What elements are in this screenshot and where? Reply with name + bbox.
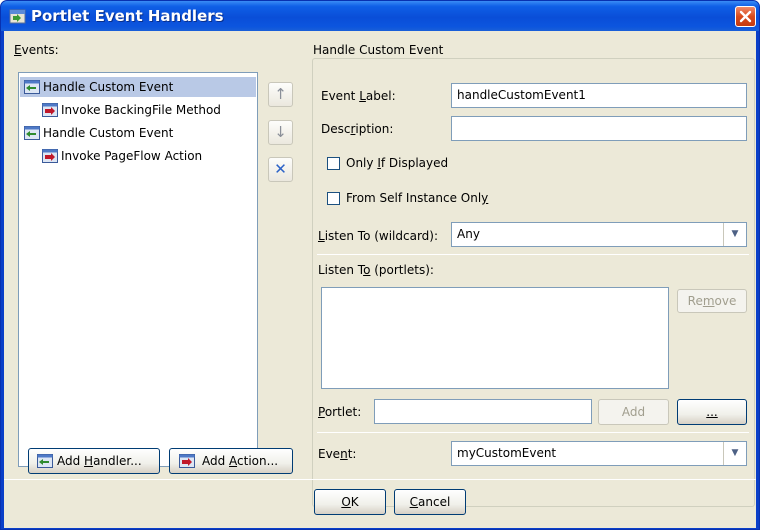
remove-portlet-button[interactable]: Remove bbox=[677, 289, 747, 313]
remove-item-button[interactable]: ✕ bbox=[268, 157, 293, 182]
close-icon bbox=[739, 10, 752, 23]
dialog-body: Events: Handle Custom Event Invoke Backi… bbox=[4, 31, 756, 528]
tree-item-label: Invoke BackingFile Method bbox=[61, 103, 221, 117]
action-icon bbox=[42, 149, 58, 163]
events-tree[interactable]: Handle Custom Event Invoke BackingFile M… bbox=[18, 72, 258, 467]
from-self-instance-label: From Self Instance Only bbox=[346, 191, 489, 205]
event-handler-icon bbox=[37, 454, 53, 468]
separator bbox=[317, 432, 749, 433]
title-bar[interactable]: Portlet Event Handlers bbox=[1, 1, 759, 31]
tree-item-handle-custom-event-1[interactable]: Handle Custom Event bbox=[20, 77, 256, 97]
only-if-displayed-label: Only If Displayed bbox=[346, 156, 449, 170]
event-label: Event: bbox=[318, 447, 357, 461]
portlet-icon bbox=[9, 9, 26, 24]
tree-item-invoke-pageflow[interactable]: Invoke PageFlow Action bbox=[20, 146, 256, 166]
ok-button[interactable]: OK bbox=[314, 489, 386, 515]
tree-item-label: Invoke PageFlow Action bbox=[61, 149, 203, 163]
description-label: Description: bbox=[321, 122, 394, 136]
arrow-up-icon: ↑ bbox=[274, 85, 287, 103]
chevron-down-icon: ▼ bbox=[723, 442, 746, 465]
selected-value: Any bbox=[457, 227, 480, 241]
event-label-input[interactable]: handleCustomEvent1 bbox=[451, 83, 747, 108]
delete-icon: ✕ bbox=[274, 160, 287, 178]
group-title: Handle Custom Event bbox=[313, 43, 446, 57]
move-up-button[interactable]: ↑ bbox=[268, 82, 293, 107]
tree-item-label: Handle Custom Event bbox=[43, 80, 174, 94]
close-button[interactable] bbox=[735, 6, 756, 27]
action-icon bbox=[179, 454, 195, 468]
listen-to-portlets-label: Listen To (portlets): bbox=[318, 263, 434, 277]
arrow-down-icon: ↓ bbox=[274, 123, 287, 141]
tree-item-invoke-backingfile[interactable]: Invoke BackingFile Method bbox=[20, 100, 256, 120]
add-action-button[interactable]: Add Action... bbox=[169, 448, 293, 474]
window-title: Portlet Event Handlers bbox=[31, 7, 224, 25]
from-self-instance-checkbox[interactable] bbox=[327, 192, 340, 205]
footer-separator bbox=[4, 479, 756, 480]
cancel-button[interactable]: Cancel bbox=[394, 489, 466, 515]
event-label-label: Event Label: bbox=[321, 89, 396, 103]
separator bbox=[317, 254, 749, 255]
chevron-down-icon: ▼ bbox=[723, 223, 746, 246]
description-input[interactable] bbox=[451, 116, 747, 141]
tree-item-handle-custom-event-2[interactable]: Handle Custom Event bbox=[20, 123, 256, 143]
event-select[interactable]: myCustomEvent ▼ bbox=[451, 441, 747, 466]
selected-value: myCustomEvent bbox=[457, 446, 557, 460]
add-portlet-button[interactable]: Add bbox=[598, 399, 669, 425]
listen-to-wildcard-label: Listen To (wildcard): bbox=[318, 229, 439, 243]
event-handler-icon bbox=[24, 126, 40, 140]
add-handler-button[interactable]: Add Handler... bbox=[28, 448, 160, 474]
event-handler-icon bbox=[24, 80, 40, 94]
move-down-button[interactable]: ↓ bbox=[268, 120, 293, 145]
portlet-label: Portlet: bbox=[318, 405, 362, 419]
events-label: Events: bbox=[14, 43, 59, 57]
only-if-displayed-checkbox[interactable] bbox=[327, 157, 340, 170]
dialog-window: Portlet Event Handlers Events: Handle Cu… bbox=[0, 0, 760, 530]
browse-button[interactable]: ... bbox=[677, 399, 747, 425]
portlets-list[interactable] bbox=[321, 287, 669, 389]
listen-to-wildcard-select[interactable]: Any ▼ bbox=[451, 222, 747, 247]
action-icon bbox=[42, 103, 58, 117]
tree-item-label: Handle Custom Event bbox=[43, 126, 174, 140]
portlet-input[interactable] bbox=[374, 399, 592, 424]
